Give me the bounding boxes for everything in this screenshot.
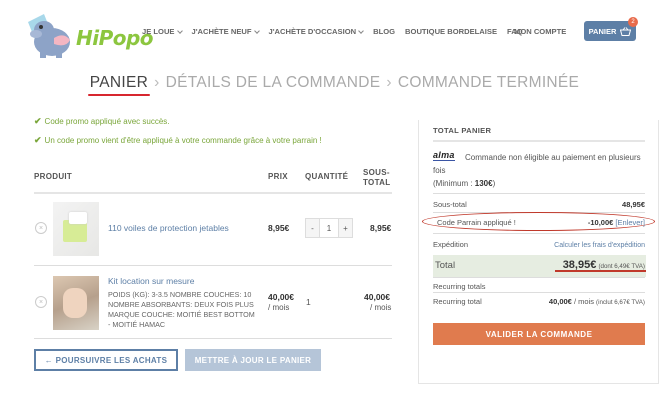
- nav-je-loue[interactable]: JE LOUE: [142, 27, 183, 36]
- product-subtotal: 8,95€: [370, 223, 392, 233]
- price-unit: / mois: [268, 303, 290, 312]
- hipopo-logo[interactable]: HiPopo: [26, 12, 154, 60]
- step-terminee: COMMANDE TERMINÉE: [397, 74, 580, 91]
- step-panier[interactable]: PANIER: [90, 74, 148, 91]
- totals-divider: [433, 140, 645, 142]
- basket-icon: [620, 26, 632, 36]
- main-nav: JE LOUE J'ACHÈTE NEUF J'ACHÈTE D'OCCASIO…: [142, 27, 533, 36]
- success-message: ✔ Code promo appliqué avec succès.: [34, 116, 170, 127]
- alma-min-end: ): [492, 179, 496, 188]
- alma-min-value: 130€: [474, 179, 493, 188]
- qty-value: 1: [306, 297, 311, 307]
- subtotal-row: Sous-total 48,95€: [433, 200, 645, 209]
- quantity-stepper: - 1 +: [305, 218, 353, 238]
- coupon-amount: -10,00€ [Enlever]: [588, 218, 645, 227]
- col-product: PRODUIT: [34, 172, 73, 181]
- coupon-row: Code Parrain appliqué ! -10,00€ [Enlever…: [433, 218, 645, 227]
- product-price: 8,95€: [268, 223, 290, 233]
- coupon-value: -10,00€: [587, 218, 614, 227]
- total-label: Total: [435, 260, 456, 271]
- validate-order-button[interactable]: VALIDER LA COMMANDE: [433, 323, 645, 345]
- nav-blog[interactable]: BLOG: [373, 27, 395, 36]
- product-subtotal: 40,00€: [364, 292, 390, 302]
- nav-label: BLOG: [373, 27, 396, 36]
- total-underline: [555, 270, 646, 272]
- hippo-icon: [28, 14, 70, 58]
- step-details[interactable]: DÉTAILS DE LA COMMANDE: [166, 74, 381, 91]
- product-link[interactable]: Kit location sur mesure: [108, 276, 194, 286]
- subtotal-value: 48,95€: [622, 200, 645, 209]
- check-icon: ✔: [34, 116, 42, 126]
- alma-notice: Commande non éligible au paiement en plu…: [433, 151, 648, 190]
- col-subtotal-line2: TOTAL: [363, 178, 391, 187]
- totals-divider: [433, 277, 645, 278]
- continue-shopping-button[interactable]: ← POURSUIVRE LES ACHATS: [34, 349, 178, 371]
- update-cart-button[interactable]: METTRE À JOUR LE PANIER: [185, 349, 321, 371]
- nav-label: BOUTIQUE BORDELAISE: [405, 27, 498, 36]
- check-icon: ✔: [34, 135, 42, 145]
- message-text: Code promo appliqué avec succès.: [44, 117, 170, 126]
- totals-divider: [433, 233, 645, 234]
- site-header: HiPopo JE LOUE J'ACHÈTE NEUF J'ACHÈTE D'…: [0, 0, 669, 66]
- alma-notice-text: Commande non éligible au paiement en plu…: [433, 153, 641, 175]
- qty-input[interactable]: 1: [319, 219, 339, 237]
- totals-divider: [433, 193, 645, 194]
- total-tax: (dont 6,49€ TVA): [598, 263, 645, 270]
- recurring-total-row: Recurring total 40,00€ / mois (inclut 6,…: [433, 297, 645, 306]
- recurring-totals-heading: Recurring totals: [433, 282, 486, 291]
- remove-coupon-link[interactable]: [Enlever]: [615, 218, 645, 227]
- totals-divider: [433, 292, 645, 293]
- checkout-steps: PANIER › DÉTAILS DE LA COMMANDE › COMMANDE T…: [0, 74, 669, 92]
- recurring-total-amount: 40,00€ / mois (inclut 6,67€ TVA): [549, 297, 645, 306]
- qty-plus-button[interactable]: +: [339, 219, 352, 237]
- chevron-down-icon: [358, 27, 364, 34]
- alma-min-label: (Minimum :: [433, 179, 475, 188]
- calculate-shipping-link[interactable]: Calculer les frais d'expédition: [554, 242, 645, 249]
- shipping-row: Expédition Calculer les frais d'expéditi…: [433, 240, 645, 249]
- row-divider: [34, 265, 392, 266]
- message-text: Un code promo vient d'être appliqué à vo…: [44, 136, 322, 145]
- chevron-down-icon: [176, 27, 183, 34]
- cart-label: PANIER: [588, 26, 617, 36]
- product-link[interactable]: 110 voiles de protection jetables: [108, 223, 229, 233]
- product-thumbnail[interactable]: [53, 276, 99, 330]
- recurring-total-value: 40,00€: [548, 297, 572, 306]
- shipping-label: Expédition: [433, 240, 469, 249]
- nav-label: JE LOUE: [142, 27, 175, 36]
- product-price: 40,00€: [268, 292, 294, 302]
- product-thumbnail[interactable]: [53, 202, 99, 256]
- thumbnail-shape: [69, 212, 87, 224]
- thumbnail-shape: [63, 288, 87, 318]
- col-qty: QUANTITÉ: [305, 172, 349, 181]
- alma-logo: alma: [433, 150, 455, 161]
- coupon-label: Code Parrain appliqué !: [437, 218, 516, 227]
- product-meta: POIDS (KG): 3-3.5 NOMBRE COUCHES: 10 NOM…: [108, 290, 255, 329]
- nav-label: J'ACHÈTE NEUF: [191, 27, 252, 36]
- qty-minus-button[interactable]: -: [306, 219, 319, 237]
- nav-achete-neuf[interactable]: J'ACHÈTE NEUF: [191, 27, 260, 36]
- cart-count-badge: 2: [628, 17, 638, 27]
- remove-item-button[interactable]: ×: [35, 296, 47, 308]
- remove-item-button[interactable]: ×: [35, 222, 47, 234]
- nav-label: J'ACHÈTE D'OCCASION: [268, 27, 357, 36]
- subtotal-unit: / mois: [370, 303, 392, 312]
- account-link[interactable]: MON COMPTE: [514, 27, 566, 36]
- col-subtotal-line1: SOUS-: [363, 168, 390, 177]
- row-divider: [34, 338, 392, 339]
- cart-totals-title: TOTAL PANIER: [433, 126, 492, 135]
- step-separator: ›: [386, 74, 392, 91]
- nav-achete-occasion[interactable]: J'ACHÈTE D'OCCASION: [269, 27, 364, 36]
- recurring-total-tax: (inclut 6,67€ TVA): [596, 299, 645, 306]
- step-separator: ›: [154, 74, 160, 91]
- recurring-total-label: Recurring total: [433, 297, 482, 306]
- nav-boutique-bordelaise[interactable]: BOUTIQUE BORDELAISE: [405, 27, 497, 36]
- subtotal-label: Sous-total: [433, 200, 467, 209]
- chevron-down-icon: [253, 27, 260, 34]
- referral-message: ✔ Un code promo vient d'être appliqué à …: [34, 135, 322, 146]
- col-price: PRIX: [268, 172, 288, 181]
- header-divider: [34, 192, 392, 194]
- recurring-total-unit: / mois: [571, 297, 594, 306]
